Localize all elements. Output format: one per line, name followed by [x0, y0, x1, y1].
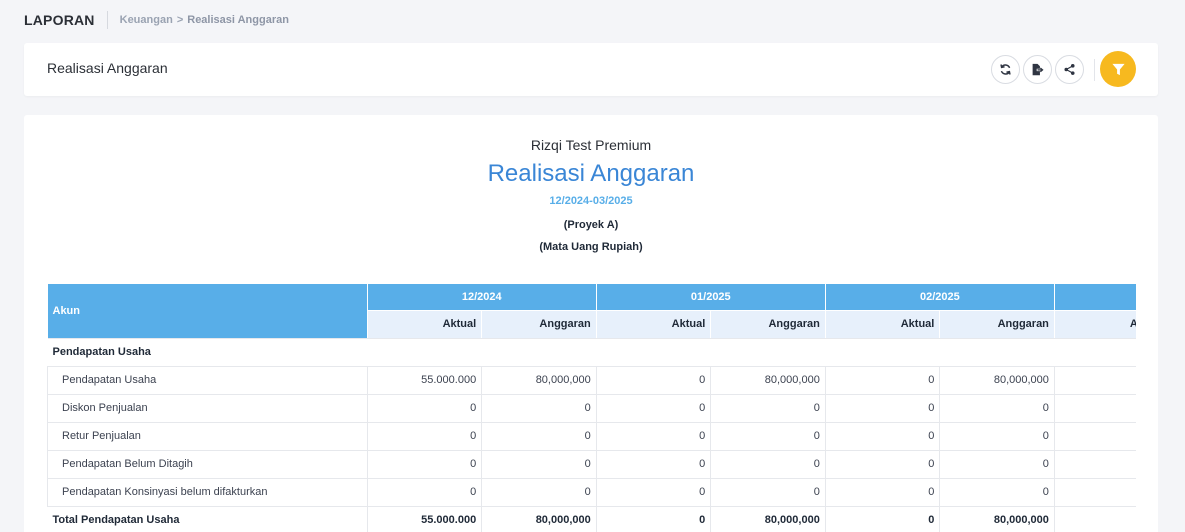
- account-name[interactable]: Pendapatan Belum Ditagih: [47, 450, 368, 479]
- export-button[interactable]: [1023, 55, 1052, 84]
- cell-value: 0: [366, 478, 482, 507]
- total-value: 80,000,000: [710, 506, 826, 532]
- cell-value: [1053, 450, 1136, 479]
- cell-value: 0: [710, 450, 826, 479]
- total-label: Total Pendapatan Usaha: [47, 506, 368, 532]
- column-header-month: 03: [1054, 284, 1136, 311]
- report-title: Realisasi Anggaran: [487, 160, 695, 187]
- cell-value: 0: [481, 450, 597, 479]
- cell-value: 0: [939, 450, 1055, 479]
- cell-value: 0: [824, 394, 940, 423]
- column-header-anggaran: Anggaran: [481, 310, 597, 339]
- total-value: 0: [595, 506, 711, 532]
- report-company: Rizqi Test Premium: [530, 137, 652, 153]
- total-value: 80,000,000: [939, 506, 1055, 532]
- cell-value: [1053, 394, 1136, 423]
- column-header-akun: Akun: [47, 284, 368, 339]
- cell-value: 80,000,000: [710, 366, 826, 395]
- cell-value: 0: [824, 366, 940, 395]
- cell-value: 0: [824, 478, 940, 507]
- table-row[interactable]: Pendapatan Usaha 55.000.000 80,000,000 0…: [47, 366, 1136, 395]
- breadcrumb: Keuangan > Realisasi Anggaran: [120, 14, 289, 26]
- total-value: 0: [824, 506, 940, 532]
- column-header-month: 02/2025: [825, 284, 1055, 311]
- table-group-row: Pendapatan Usaha: [47, 338, 1136, 367]
- divider: [1094, 59, 1095, 81]
- refresh-icon: [1000, 64, 1011, 75]
- report-project: (Proyek A): [563, 219, 619, 231]
- cell-value: 0: [481, 422, 597, 451]
- cell-value: 0: [710, 394, 826, 423]
- refresh-button[interactable]: [991, 55, 1020, 84]
- export-icon: [1032, 63, 1044, 76]
- cell-value: 0: [595, 450, 711, 479]
- report-currency: (Mata Uang Rupiah): [539, 241, 643, 253]
- table-row[interactable]: Pendapatan Belum Ditagih 0 0 0 0 0 0: [47, 450, 1136, 479]
- column-header-aktual: Aktual: [825, 310, 941, 339]
- cell-value: 0: [939, 422, 1055, 451]
- report-period: 12/2024-03/2025: [549, 195, 633, 207]
- cell-value: 0: [366, 394, 482, 423]
- divider: [106, 11, 108, 29]
- table-row[interactable]: Pendapatan Konsinyasi belum difakturkan …: [47, 478, 1136, 507]
- breadcrumb-item-keuangan[interactable]: Keuangan: [120, 14, 173, 26]
- cell-value: 0: [824, 422, 940, 451]
- cell-value: [1053, 422, 1136, 451]
- cell-value: 0: [710, 422, 826, 451]
- column-header-aktual: Aktual: [596, 310, 712, 339]
- cell-value: 0: [939, 478, 1055, 507]
- cell-value: 0: [366, 450, 482, 479]
- share-button[interactable]: [1055, 55, 1084, 84]
- cell-value: 0: [939, 394, 1055, 423]
- column-header-month: 12/2024: [367, 284, 597, 311]
- cell-value: 0: [595, 478, 711, 507]
- topbar: LAPORAN Keuangan > Realisasi Anggaran: [24, 0, 289, 40]
- report-card: Rizqi Test Premium Realisasi Anggaran 12…: [24, 115, 1158, 532]
- filter-button[interactable]: [1100, 51, 1136, 87]
- group-label: Pendapatan Usaha: [47, 338, 1136, 367]
- share-icon: [1064, 64, 1075, 75]
- cell-value: 0: [595, 366, 711, 395]
- cell-value: 0: [595, 422, 711, 451]
- cell-value: 0: [710, 478, 826, 507]
- cell-value: 80,000,000: [481, 366, 597, 395]
- breadcrumb-separator: >: [176, 14, 184, 26]
- cell-value: 0: [595, 394, 711, 423]
- breadcrumb-item-current: Realisasi Anggaran: [187, 14, 289, 26]
- cell-value: 0: [366, 422, 482, 451]
- cell-value: 80,000,000: [939, 366, 1055, 395]
- cell-value: 0: [481, 394, 597, 423]
- column-header-aktual: Aktual: [1054, 310, 1136, 339]
- table-row[interactable]: Diskon Penjualan 0 0 0 0 0 0: [47, 394, 1136, 423]
- report-table: Akun 12/2024 01/2025 02/2025 03 Aktual A…: [47, 284, 1136, 532]
- report-header-card: Realisasi Anggaran: [24, 43, 1158, 96]
- report-header-title: Realisasi Anggaran: [47, 60, 168, 76]
- report-table-scroll[interactable]: Akun 12/2024 01/2025 02/2025 03 Aktual A…: [47, 284, 1136, 532]
- column-header-aktual: Aktual: [367, 310, 483, 339]
- column-header-month: 01/2025: [596, 284, 826, 311]
- total-value: 80,000,000: [481, 506, 597, 532]
- column-header-anggaran: Anggaran: [939, 310, 1055, 339]
- table-row[interactable]: Retur Penjualan 0 0 0 0 0 0: [47, 422, 1136, 451]
- total-value: [1053, 506, 1136, 532]
- total-value: 55.000.000: [366, 506, 482, 532]
- cell-value: 55.000.000: [366, 366, 482, 395]
- filter-icon: [1111, 63, 1125, 75]
- cell-value: [1053, 366, 1136, 395]
- column-header-anggaran: Anggaran: [710, 310, 826, 339]
- table-total-row: Total Pendapatan Usaha 55.000.000 80,000…: [47, 506, 1136, 532]
- cell-value: 0: [481, 478, 597, 507]
- cell-value: 0: [824, 450, 940, 479]
- cell-value: [1053, 478, 1136, 507]
- account-name[interactable]: Pendapatan Usaha: [47, 366, 368, 395]
- account-name[interactable]: Diskon Penjualan: [47, 394, 368, 423]
- account-name[interactable]: Pendapatan Konsinyasi belum difakturkan: [47, 478, 368, 507]
- account-name[interactable]: Retur Penjualan: [47, 422, 368, 451]
- page-section-title: LAPORAN: [24, 12, 95, 28]
